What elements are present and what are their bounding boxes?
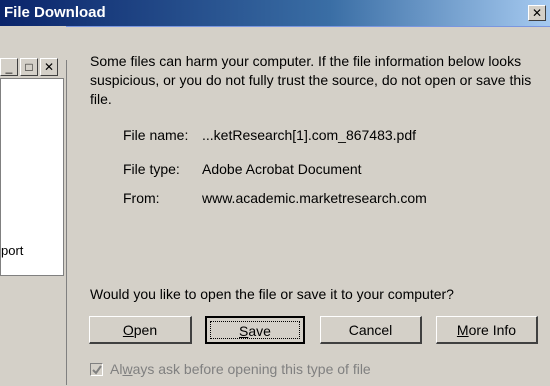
- save-button[interactable]: Save: [205, 316, 305, 344]
- maximize-button[interactable]: □: [20, 58, 38, 76]
- minimize-button[interactable]: _: [0, 58, 18, 76]
- file-type-label: File type:: [123, 161, 180, 177]
- checkmark-icon: [92, 365, 102, 375]
- always-ask-label: Always ask before opening this type of f…: [110, 361, 371, 377]
- background-close-button[interactable]: ✕: [40, 58, 58, 76]
- close-icon: ✕: [531, 6, 543, 20]
- minimize-icon: _: [5, 60, 13, 74]
- more-info-button-label: More Info: [456, 322, 517, 338]
- more-info-button[interactable]: More Info: [436, 316, 538, 344]
- close-icon: ✕: [43, 60, 55, 74]
- always-ask-checkbox[interactable]: [90, 363, 103, 376]
- dialog-title-bar[interactable]: File Download ✕: [0, 0, 550, 27]
- open-button[interactable]: Open: [89, 316, 192, 344]
- download-question: Would you like to open the file or save …: [90, 286, 454, 302]
- warning-message: Some files can harm your computer. If th…: [90, 53, 532, 107]
- file-type-value: Adobe Acrobat Document: [202, 161, 362, 177]
- background-window-text: port: [1, 243, 24, 258]
- close-button[interactable]: ✕: [528, 5, 546, 21]
- cancel-button-label: Cancel: [348, 322, 393, 338]
- window-divider: [66, 60, 67, 385]
- from-value: www.academic.marketresearch.com: [202, 190, 427, 206]
- background-window: _ □ ✕ port: [0, 26, 66, 386]
- open-button-label: Open: [122, 322, 158, 338]
- cancel-button[interactable]: Cancel: [320, 316, 422, 344]
- maximize-icon: □: [25, 60, 33, 74]
- file-name-label: File name:: [123, 127, 189, 143]
- save-button-label: Save: [239, 323, 271, 339]
- dialog-title: File Download: [4, 4, 106, 21]
- from-label: From:: [123, 190, 160, 206]
- background-window-content: port: [0, 78, 64, 276]
- file-name-value: ...ketResearch[1].com_867483.pdf: [202, 127, 417, 143]
- background-window-controls: _ □ ✕: [0, 58, 62, 76]
